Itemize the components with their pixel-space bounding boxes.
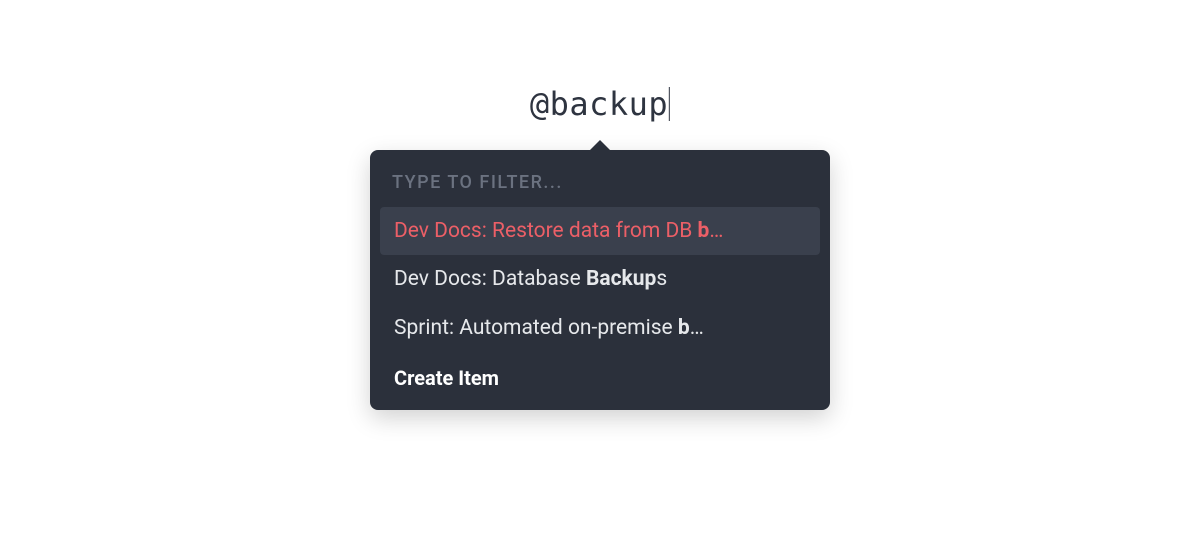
popover-body: TYPE TO FILTER... Dev Docs: Restore data…: [370, 150, 830, 410]
popover-arrow-icon: [590, 140, 610, 150]
suggestion-text-prefix: Dev Docs: Database: [394, 267, 586, 291]
suggestion-item[interactable]: Sprint: Automated on-premise b…: [380, 304, 820, 352]
filter-placeholder: TYPE TO FILTER...: [380, 166, 820, 207]
suggestion-text-match: b: [698, 219, 710, 243]
mention-input[interactable]: @backup: [530, 85, 670, 123]
create-item-button[interactable]: Create Item: [380, 352, 820, 396]
suggestion-text-suffix: s: [656, 267, 667, 291]
suggestion-text-match: b: [678, 316, 690, 340]
mention-prefix: @: [530, 85, 550, 123]
suggestion-text-ellipsis: …: [709, 219, 723, 243]
suggestion-text-match: Backup: [586, 267, 656, 291]
suggestion-text-ellipsis: …: [690, 316, 704, 340]
suggestion-text-prefix: Dev Docs: Restore data from DB: [394, 219, 698, 243]
autocomplete-popover: TYPE TO FILTER... Dev Docs: Restore data…: [370, 140, 830, 410]
text-caret: [669, 87, 670, 121]
mention-query: backup: [550, 85, 669, 123]
suggestion-item[interactable]: Dev Docs: Restore data from DB b…: [380, 207, 820, 255]
suggestion-text-prefix: Sprint: Automated on-premise: [394, 316, 678, 340]
suggestion-item[interactable]: Dev Docs: Database Backups: [380, 255, 820, 303]
